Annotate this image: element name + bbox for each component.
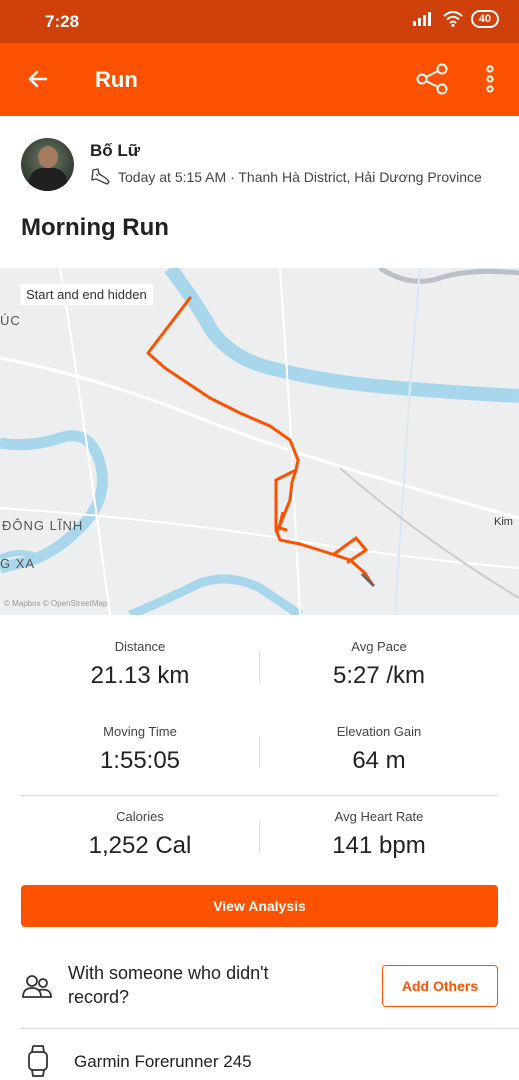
add-others-section: With someone who didn't record? Add Othe…	[21, 957, 498, 1017]
stat-avg-pace: Avg Pace 5:27 /km	[332, 639, 426, 689]
stats-grid: Distance 21.13 km Avg Pace 5:27 /km Movi…	[21, 625, 498, 880]
map-place-label: Kim	[494, 516, 513, 528]
map-place-label: ĐÔNG LĨNH	[2, 518, 84, 533]
avatar[interactable]	[21, 138, 74, 191]
run-shoe-icon	[91, 168, 110, 185]
status-icons: 40	[412, 10, 499, 28]
stat-row: Calories 1,252 Cal Avg Heart Rate 141 bp…	[21, 795, 498, 880]
athlete-name[interactable]: Bố Lữ	[90, 141, 140, 161]
wifi-icon	[443, 11, 463, 27]
map-attribution: © Mapbox © OpenStreetMap	[4, 599, 108, 608]
stat-avg-heart-rate: Avg Heart Rate 141 bpm	[332, 809, 426, 859]
page-title: Run	[95, 67, 138, 92]
status-bar: 7:28 40	[0, 0, 519, 43]
athlete-header[interactable]: Bố Lữ Today at 5:15 AM · Thanh Hà Distri…	[21, 138, 501, 194]
more-options-icon[interactable]	[478, 61, 502, 97]
status-time: 7:28	[45, 12, 80, 31]
map-place-label: ÚC	[0, 313, 21, 328]
stat-distance: Distance 21.13 km	[90, 639, 190, 689]
signal-icon	[412, 12, 431, 26]
watch-icon	[28, 1045, 48, 1077]
app-bar: Run	[0, 43, 519, 116]
device-name: Garmin Forerunner 245	[74, 1052, 252, 1071]
stat-row: Distance 21.13 km Avg Pace 5:27 /km	[21, 625, 498, 710]
add-others-button[interactable]: Add Others	[382, 965, 498, 1007]
stat-calories: Calories 1,252 Cal	[88, 809, 192, 859]
stat-row: Moving Time 1:55:05 Elevation Gain 64 m	[21, 710, 498, 795]
battery-icon: 40	[470, 10, 499, 28]
privacy-badge: Start and end hidden	[20, 284, 153, 305]
activity-meta: Today at 5:15 AM · Thanh Hà District, Hả…	[90, 168, 482, 186]
view-analysis-button[interactable]: View Analysis	[21, 885, 498, 927]
others-prompt: With someone who didn't record?	[68, 963, 269, 1007]
route-map[interactable]: Start and end hidden ÚC ĐÔNG LĨNH G XA K…	[0, 268, 519, 615]
divider	[21, 1028, 519, 1029]
share-icon[interactable]	[414, 61, 450, 97]
map-canvas	[0, 268, 519, 615]
map-place-label: G XA	[0, 556, 36, 571]
activity-title: Morning Run	[21, 214, 169, 241]
device-row: Garmin Forerunner 245	[21, 1040, 498, 1080]
back-arrow-icon[interactable]	[22, 63, 54, 95]
activity-time-location: Today at 5:15 AM · Thanh Hà District, Hả…	[118, 169, 482, 185]
stat-moving-time: Moving Time 1:55:05	[99, 724, 181, 774]
people-icon	[22, 975, 52, 998]
stat-elevation-gain: Elevation Gain 64 m	[336, 724, 422, 774]
